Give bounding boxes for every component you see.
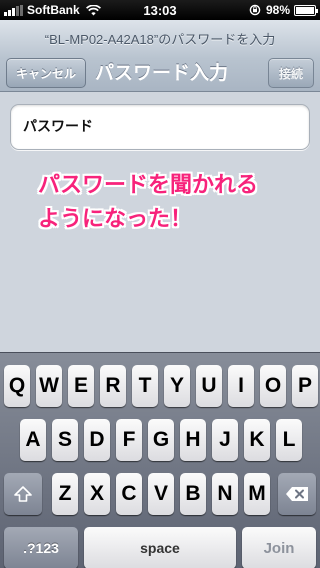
key-e[interactable]: E xyxy=(68,365,94,407)
nav-bar: “BL-MP02-A42A18”のパスワードを入力 キャンセル パスワード入力 … xyxy=(0,20,320,92)
key-m[interactable]: M xyxy=(244,473,270,515)
annotation-line-1: パスワードを聞かれる xyxy=(38,173,259,198)
key-c[interactable]: C xyxy=(116,473,142,515)
key-f[interactable]: F xyxy=(116,419,142,461)
key-t[interactable]: T xyxy=(132,365,158,407)
battery-level-fill xyxy=(296,6,314,14)
key-s[interactable]: S xyxy=(52,419,78,461)
key-a[interactable]: A xyxy=(20,419,46,461)
key-n[interactable]: N xyxy=(212,473,238,515)
key-p[interactable]: P xyxy=(292,365,318,407)
battery-icon xyxy=(294,4,318,16)
delete-key[interactable] xyxy=(278,473,316,515)
key-u[interactable]: U xyxy=(196,365,222,407)
battery-percent: 98% xyxy=(265,3,290,17)
key-k[interactable]: K xyxy=(244,419,270,461)
annotation-line-2: ようになった！ xyxy=(38,207,193,232)
key-h[interactable]: H xyxy=(180,419,206,461)
status-bar-right: 98% xyxy=(249,3,318,17)
key-l[interactable]: L xyxy=(276,419,302,461)
key-z[interactable]: Z xyxy=(52,473,78,515)
key-d[interactable]: D xyxy=(84,419,110,461)
password-field[interactable] xyxy=(10,104,310,150)
lock-rotation-icon xyxy=(249,4,261,16)
page-title: パスワード入力 xyxy=(95,63,229,84)
key-g[interactable]: G xyxy=(148,419,174,461)
key-b[interactable]: B xyxy=(180,473,206,515)
key-r[interactable]: R xyxy=(100,365,126,407)
key-o[interactable]: O xyxy=(260,365,286,407)
cancel-button[interactable]: キャンセル xyxy=(6,58,86,88)
numbers-key[interactable]: .?123 xyxy=(4,527,78,568)
key-j[interactable]: J xyxy=(212,419,238,461)
nav-prompt: “BL-MP02-A42A18”のパスワードを入力 xyxy=(44,32,276,47)
key-i[interactable]: I xyxy=(228,365,254,407)
password-input[interactable] xyxy=(23,115,293,139)
status-bar: SoftBank 13:03 98% xyxy=(0,0,320,20)
delete-icon xyxy=(286,487,308,501)
key-v[interactable]: V xyxy=(148,473,174,515)
space-key[interactable]: space xyxy=(84,527,236,568)
shift-icon xyxy=(14,486,32,502)
keyboard: Q W E R T Y U I O P A S D F G H J K L Z … xyxy=(0,352,320,568)
content-area: パスワードを聞かれる ようになった！ xyxy=(0,92,320,352)
key-w[interactable]: W xyxy=(36,365,62,407)
key-x[interactable]: X xyxy=(84,473,110,515)
shift-key[interactable] xyxy=(4,473,42,515)
join-key[interactable]: Join xyxy=(242,527,316,568)
annotation-overlay: パスワードを聞かれる ようになった！ xyxy=(38,169,258,237)
key-y[interactable]: Y xyxy=(164,365,190,407)
connect-button[interactable]: 接続 xyxy=(268,58,314,88)
key-q[interactable]: Q xyxy=(4,365,30,407)
